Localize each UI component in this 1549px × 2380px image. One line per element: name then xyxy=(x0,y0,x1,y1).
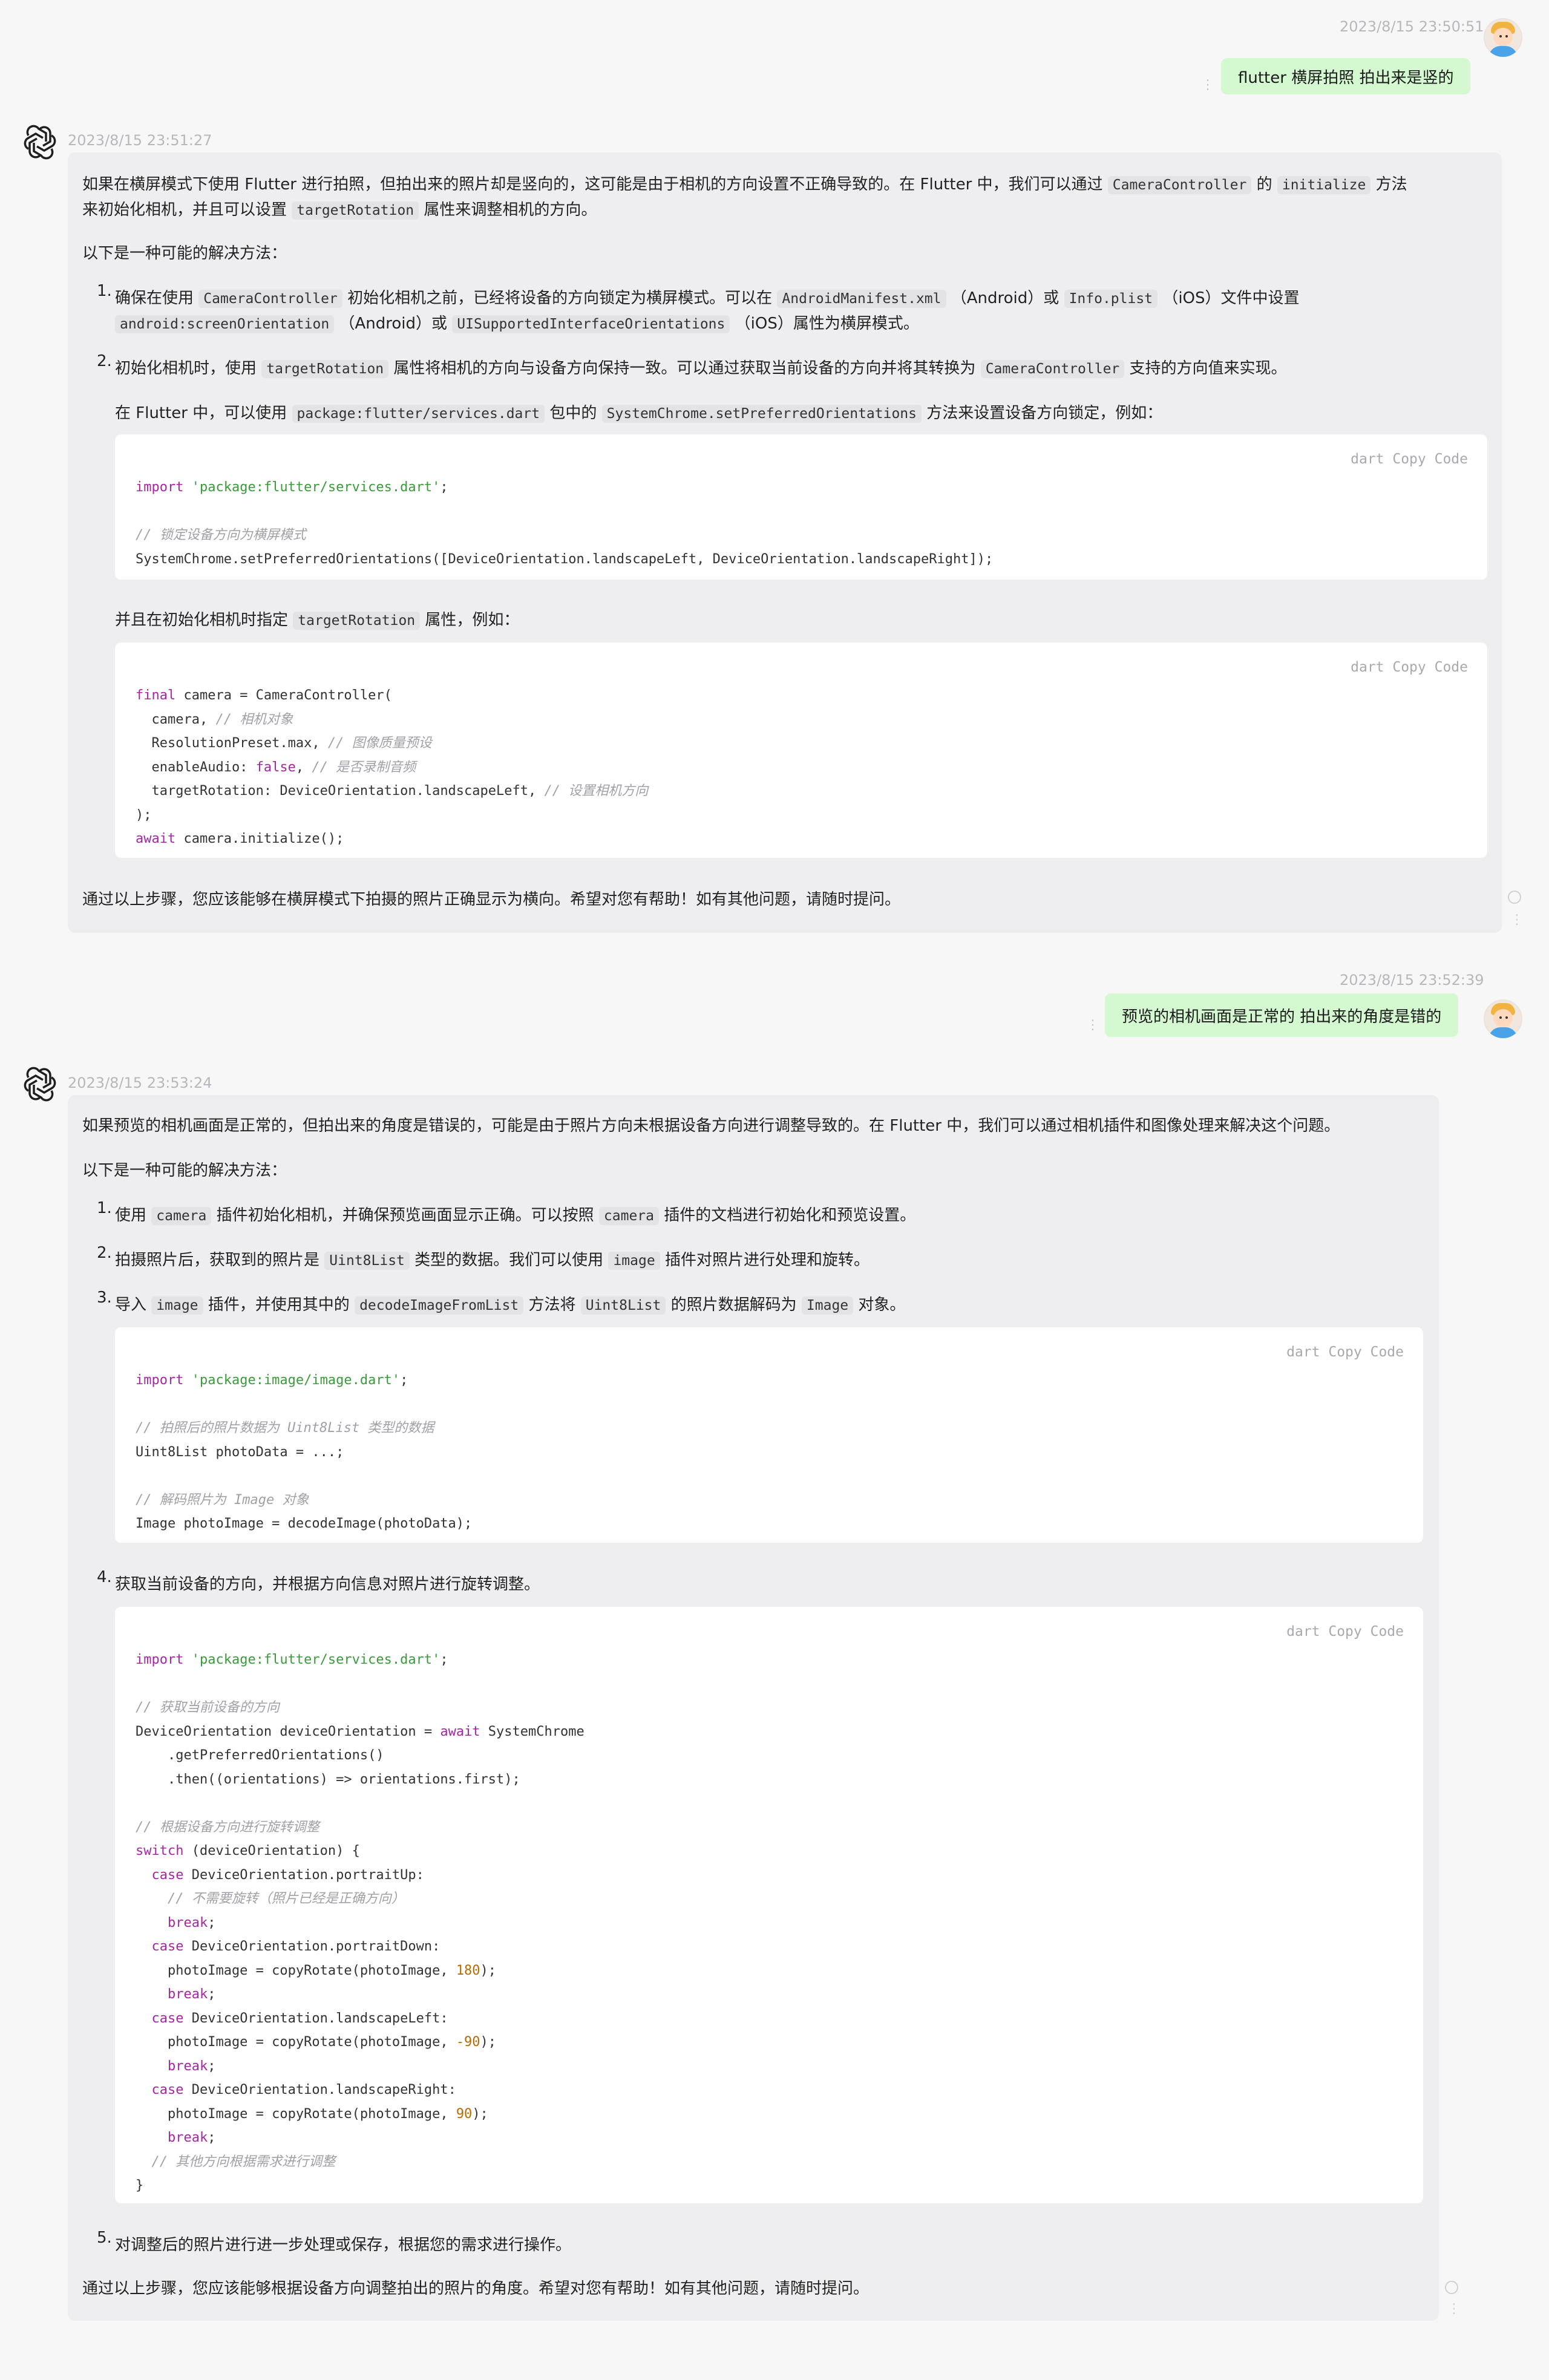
list-number: 5. xyxy=(97,2229,112,2247)
user-message-text: flutter 横屏拍照 拍出来是竖的 xyxy=(1238,68,1454,87)
status-circle-icon[interactable] xyxy=(1445,2281,1458,2294)
user-message-meta: 2023/8/15 23:50:51 xyxy=(1340,18,1484,35)
message-paragraph: 如果在横屏模式下使用 Flutter 进行拍照，但拍出来的照片却是竖向的，这可能… xyxy=(82,175,1407,194)
list-item: 对调整后的照片进行进一步处理或保存，根据您的需求进行操作。 xyxy=(115,2236,572,2254)
user-avatar xyxy=(1484,18,1522,57)
list-number: 3. xyxy=(97,1289,112,1307)
message-paragraph: 以下是一种可能的解决方法： xyxy=(82,1162,287,1180)
copy-code-button[interactable]: dart Copy Code xyxy=(1286,1344,1404,1360)
list-number: 1. xyxy=(97,1199,112,1217)
code-content: final camera = CameraController( camera,… xyxy=(136,688,649,846)
inline-code: CameraController xyxy=(1107,176,1252,194)
message-paragraph: 通过以上步骤，您应该能够根据设备方向调整拍出的照片的角度。希望对您有帮助！如有其… xyxy=(82,2280,869,2298)
user-message-bubble: flutter 横屏拍照 拍出来是竖的 xyxy=(1221,58,1471,94)
user-message-bubble: 预览的相机画面是正常的 拍出来的角度是错的 xyxy=(1105,993,1459,1037)
user-message-text: 预览的相机画面是正常的 拍出来的角度是错的 xyxy=(1122,1007,1442,1026)
more-options-icon[interactable]: ⋮ xyxy=(1510,912,1524,927)
status-circle-icon[interactable] xyxy=(1508,891,1521,904)
list-number: 2. xyxy=(97,1244,112,1262)
user-avatar xyxy=(1484,999,1522,1038)
message-paragraph: 通过以上步骤，您应该能够在横屏模式下拍摄的照片正确显示为横向。希望对您有帮助！如… xyxy=(82,891,901,909)
list-item: 获取当前设备的方向，并根据方向信息对照片进行旋转调整。 xyxy=(115,1575,540,1594)
assistant-logo-icon xyxy=(24,1067,56,1102)
copy-code-button[interactable]: dart Copy Code xyxy=(1286,1624,1404,1640)
list-item: 导入 image 插件，并使用其中的 decodeImageFromList 方… xyxy=(115,1296,906,1315)
list-item: 初始化相机时，使用 targetRotation 属性将相机的方向与设备方向保持… xyxy=(115,359,1287,378)
list-item-paragraph: 在 Flutter 中，可以使用 package:flutter/service… xyxy=(115,404,1163,423)
more-options-icon[interactable]: ⋮ xyxy=(1201,79,1214,92)
list-item: 确保在使用 CameraController 初始化相机之前，已经将设备的方向锁… xyxy=(115,289,1300,308)
list-item-paragraph: 并且在初始化相机时指定 targetRotation 属性，例如： xyxy=(115,611,520,630)
user-message-meta: 2023/8/15 23:52:39 xyxy=(1340,972,1484,989)
code-content: import 'package:flutter/services.dart'; … xyxy=(136,480,994,567)
inline-code: targetRotation xyxy=(292,201,419,220)
code-block: dart Copy Code import 'package:flutter/s… xyxy=(115,1607,1423,2203)
code-block: dart Copy Code import 'package:flutter/s… xyxy=(115,434,1487,580)
list-item: 使用 camera 插件初始化相机，并确保预览画面显示正确。可以按照 camer… xyxy=(115,1206,916,1225)
list-item-continued: android:screenOrientation （Android）或 UIS… xyxy=(115,311,919,337)
more-options-icon[interactable]: ⋮ xyxy=(1447,2301,1461,2316)
list-item: 拍摄照片后，获取到的照片是 Uint8List 类型的数据。我们可以使用 ima… xyxy=(115,1251,869,1270)
message-paragraph: 来初始化相机，并且可以设置 targetRotation 属性来调整相机的方向。 xyxy=(82,201,597,220)
code-block: dart Copy Code final camera = CameraCont… xyxy=(115,642,1487,858)
assistant-logo-icon xyxy=(24,125,56,160)
message-paragraph: 如果预览的相机画面是正常的，但拍出来的角度是错误的，可能是由于照片方向未根据设备… xyxy=(82,1117,1340,1135)
copy-code-button[interactable]: dart Copy Code xyxy=(1351,659,1468,675)
message-timestamp: 2023/8/15 23:51:27 xyxy=(68,132,212,149)
message-timestamp: 2023/8/15 23:53:24 xyxy=(68,1074,212,1091)
code-content: import 'package:flutter/services.dart'; … xyxy=(136,1652,585,2193)
list-number: 1. xyxy=(97,282,112,300)
more-options-icon[interactable]: ⋮ xyxy=(1086,1019,1099,1032)
list-number: 4. xyxy=(97,1568,112,1586)
copy-code-button[interactable]: dart Copy Code xyxy=(1351,451,1468,467)
list-number: 2. xyxy=(97,352,112,370)
message-timestamp: 2023/8/15 23:50:51 xyxy=(1340,18,1484,35)
inline-code: initialize xyxy=(1277,176,1371,194)
message-timestamp: 2023/8/15 23:52:39 xyxy=(1340,972,1484,989)
message-paragraph: 以下是一种可能的解决方法： xyxy=(82,244,287,263)
code-block: dart Copy Code import 'package:image/ima… xyxy=(115,1327,1423,1543)
code-content: import 'package:image/image.dart'; // 拍照… xyxy=(136,1373,473,1531)
